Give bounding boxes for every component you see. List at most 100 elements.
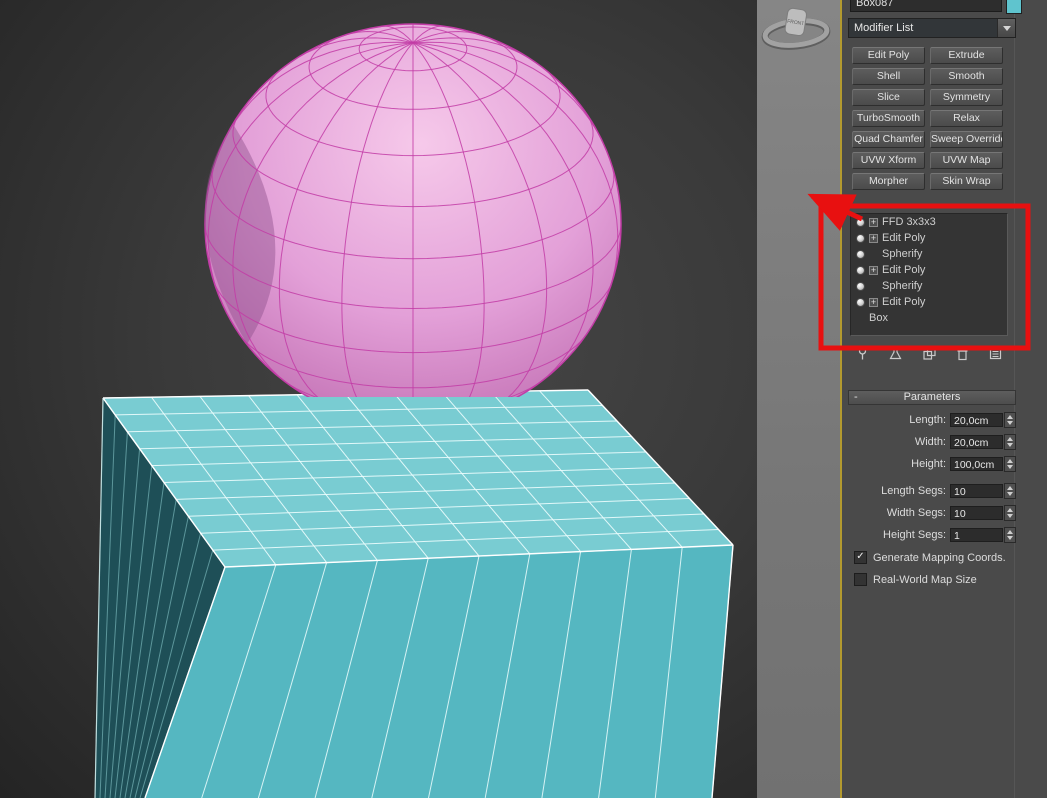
param-label: Height: (848, 458, 950, 470)
param-label: Length Segs: (848, 485, 950, 497)
spinner[interactable] (1004, 505, 1016, 521)
viewport-side-strip: FRONT (757, 0, 840, 798)
modifier-button-uvw-map[interactable]: UVW Map (930, 152, 1003, 169)
bulb-icon[interactable] (856, 282, 865, 291)
modifier-button-edit-poly[interactable]: Edit Poly (852, 47, 925, 64)
param-label: Width: (848, 436, 950, 448)
param-input[interactable]: 1 (950, 528, 1003, 542)
rollout-title: Parameters (904, 391, 961, 403)
pin-stack-icon[interactable] (855, 346, 870, 361)
modifier-button-quad-chamfer[interactable]: Quad Chamfer (852, 131, 925, 148)
modifier-stack-row[interactable]: Box (851, 310, 1007, 326)
modifier-stack-row[interactable]: Spherify (851, 278, 1007, 294)
modifier-button-extrude[interactable]: Extrude (930, 47, 1003, 64)
param-input[interactable]: 100,0cm (950, 457, 1003, 471)
spinner[interactable] (1004, 527, 1016, 543)
modifier-name: Edit Poly (882, 296, 925, 308)
spinner[interactable] (1004, 483, 1016, 499)
object-name-field[interactable]: Box087 (850, 0, 1002, 12)
viewcube-gizmo[interactable]: FRONT (758, 2, 838, 60)
object-color-swatch[interactable] (1006, 0, 1022, 14)
modifier-stack-row[interactable]: +Edit Poly (851, 230, 1007, 246)
dropdown-arrow-icon[interactable] (997, 19, 1015, 37)
param-label: Width Segs: (848, 507, 950, 519)
checkbox-label: Generate Mapping Coords. (873, 552, 1006, 564)
rollout-collapse-icon[interactable]: - (854, 391, 858, 404)
modifier-name: Spherify (882, 280, 922, 292)
spinner-down-icon[interactable] (1007, 443, 1013, 447)
make-unique-icon[interactable] (922, 346, 937, 361)
modifier-stack-row[interactable]: + Edit Poly (851, 262, 1007, 278)
spinner-down-icon[interactable] (1007, 492, 1013, 496)
modifier-name: Edit Poly (882, 264, 925, 276)
sphere-object[interactable] (205, 24, 621, 424)
command-panel: Box087 Modifier List Edit Poly Extrude She… (840, 0, 1047, 798)
3ds-max-window: FRONT Box087 Modifier List Edit Poly Extr… (0, 0, 1047, 798)
spinner-up-icon[interactable] (1007, 437, 1013, 441)
parameter-checkboxes: ✓ Generate Mapping Coords. Real-World Map … (854, 550, 1014, 594)
modifier-button-symmetry[interactable]: Symmetry (930, 89, 1003, 106)
parameter-fields: Length:20,0cmWidth:20,0cmHeight:100,0cmL… (848, 412, 1016, 549)
modifier-name: Box (869, 312, 888, 324)
checkbox-row[interactable]: ✓ Generate Mapping Coords. (854, 550, 1014, 565)
modifier-button-shell[interactable]: Shell (852, 68, 925, 85)
expand-icon[interactable]: + (869, 234, 878, 243)
checkbox[interactable] (854, 573, 867, 586)
parameter-row: Width:20,0cm (848, 434, 1016, 449)
spinner-up-icon[interactable] (1007, 459, 1013, 463)
param-input[interactable]: 20,0cm (950, 435, 1003, 449)
spinner-down-icon[interactable] (1007, 514, 1013, 518)
modifier-button-skin-wrap[interactable]: Skin Wrap (930, 173, 1003, 190)
spinner-down-icon[interactable] (1007, 465, 1013, 469)
modifier-button-turbosmooth[interactable]: TurboSmooth (852, 110, 925, 127)
remove-modifier-icon[interactable] (955, 346, 970, 361)
param-label: Length: (848, 414, 950, 426)
modifier-stack-list[interactable]: +FFD 3x3x3+Edit PolySpherify+Edit PolySp… (850, 213, 1008, 336)
modifier-button-relax[interactable]: Relax (930, 110, 1003, 127)
spinner-up-icon[interactable] (1007, 415, 1013, 419)
bulb-icon[interactable] (856, 266, 865, 275)
viewport-canvas[interactable] (0, 0, 757, 798)
bulb-icon[interactable] (856, 234, 865, 243)
modifier-name: Spherify (882, 248, 922, 260)
spinner[interactable] (1004, 434, 1016, 450)
param-input[interactable]: 20,0cm (950, 413, 1003, 427)
spinner[interactable] (1004, 412, 1016, 428)
spinner-up-icon[interactable] (1007, 530, 1013, 534)
modifier-button-sweep-override[interactable]: Sweep Override (930, 131, 1003, 148)
expand-icon[interactable]: + (869, 218, 878, 227)
modifier-button-smooth[interactable]: Smooth (930, 68, 1003, 85)
bulb-icon[interactable] (856, 218, 865, 227)
expand-icon[interactable]: + (869, 298, 878, 307)
modifier-button-morpher[interactable]: Morpher (852, 173, 925, 190)
parameters-rollout-header[interactable]: - Parameters (848, 390, 1016, 405)
modifier-button-uvw-xform[interactable]: UVW Xform (852, 152, 925, 169)
modifier-list-dropdown[interactable]: Modifier List (848, 18, 1016, 38)
show-end-result-icon[interactable] (888, 346, 903, 361)
param-input[interactable]: 10 (950, 506, 1003, 520)
expand-icon[interactable]: + (869, 266, 878, 275)
modifier-button-slice[interactable]: Slice (852, 89, 925, 106)
bulb-icon[interactable] (856, 250, 865, 259)
parameter-row: Length:20,0cm (848, 412, 1016, 427)
parameter-row: Height Segs:1 (848, 527, 1016, 542)
spinner-up-icon[interactable] (1007, 486, 1013, 490)
checkbox-row[interactable]: Real-World Map Size (854, 572, 1014, 587)
param-input[interactable]: 10 (950, 484, 1003, 498)
spinner-up-icon[interactable] (1007, 508, 1013, 512)
modifier-stack-row[interactable]: + Edit Poly (851, 294, 1007, 310)
checkbox[interactable]: ✓ (854, 551, 867, 564)
parameter-row: Width Segs:10 (848, 505, 1016, 520)
spinner-down-icon[interactable] (1007, 536, 1013, 540)
modifier-stack-row[interactable]: +FFD 3x3x3 (851, 214, 1007, 230)
box-object[interactable] (95, 390, 733, 798)
configure-modifier-sets-icon[interactable] (988, 346, 1003, 361)
viewport[interactable] (0, 0, 757, 798)
bulb-icon[interactable] (856, 298, 865, 307)
checkbox-label: Real-World Map Size (873, 574, 977, 586)
spinner-down-icon[interactable] (1007, 421, 1013, 425)
modifier-list-label: Modifier List (849, 22, 997, 34)
spinner[interactable] (1004, 456, 1016, 472)
modifier-stack-row[interactable]: Spherify (851, 246, 1007, 262)
modifier-buttons-grid: Edit Poly Extrude Shell Smooth Slice Symmetry… (852, 47, 1004, 190)
